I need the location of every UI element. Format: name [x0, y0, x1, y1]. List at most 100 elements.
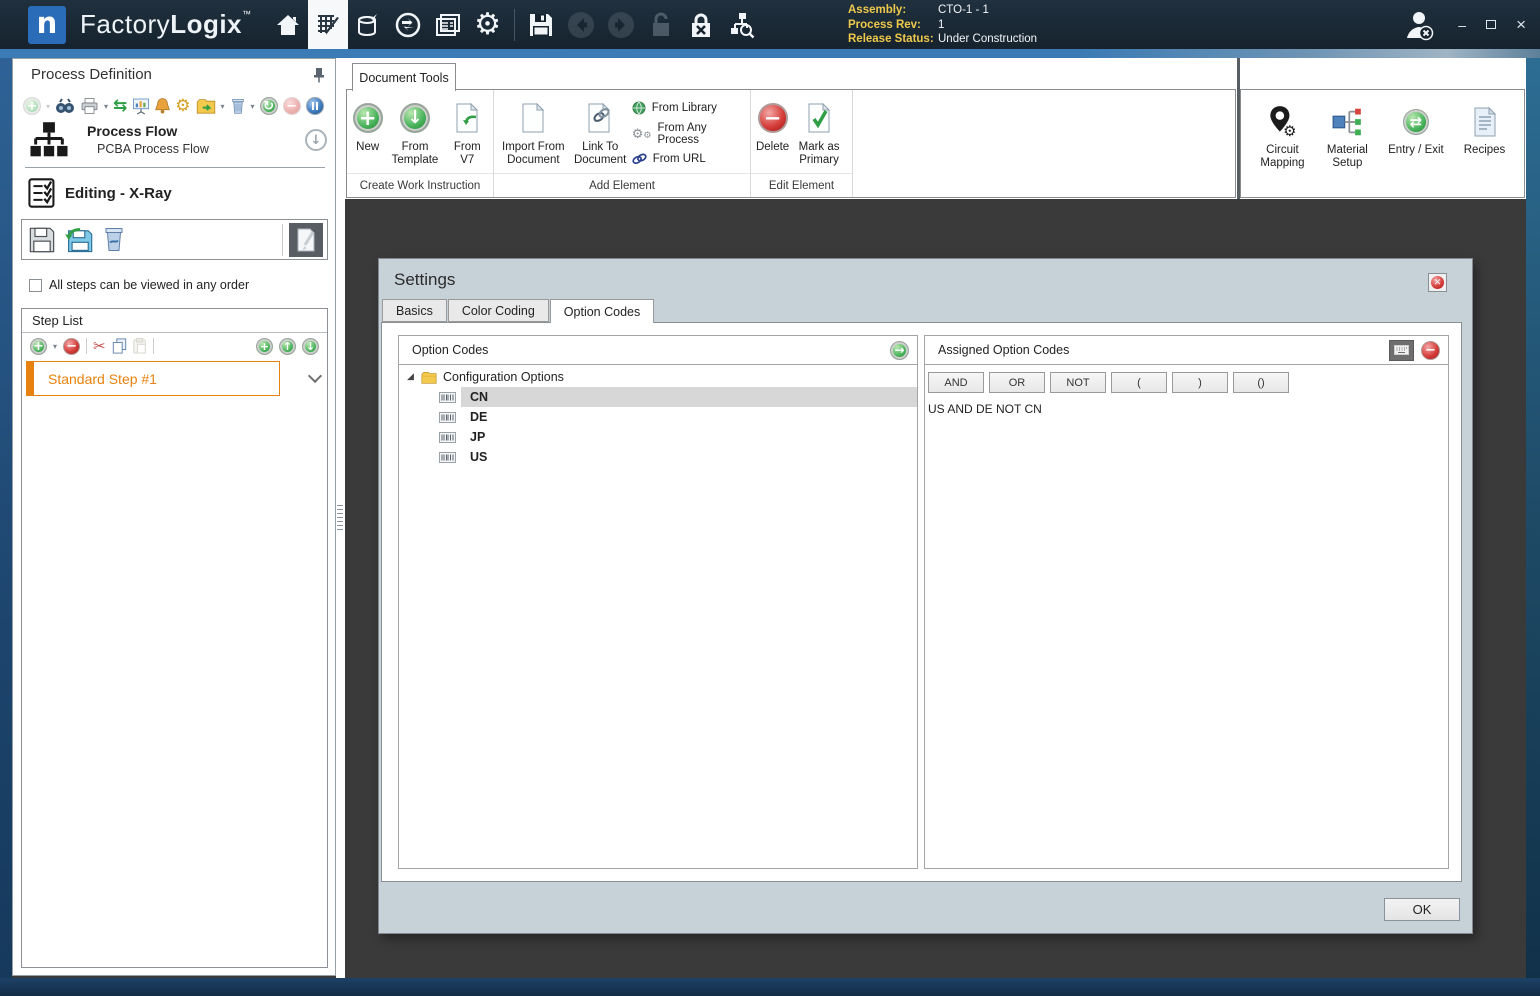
zoom-step-icon[interactable]: +: [256, 337, 273, 355]
data-import-icon[interactable]: [348, 0, 388, 49]
sync-icon[interactable]: [388, 0, 428, 49]
tab-basics[interactable]: Basics: [382, 299, 447, 322]
news-feed-icon[interactable]: [428, 0, 468, 49]
from-url-button[interactable]: From URL: [632, 153, 746, 165]
from-library-icon: [632, 101, 646, 115]
process-flow-row[interactable]: Process Flow PCBA Process Flow ↓: [29, 121, 329, 163]
save-step-icon[interactable]: [28, 226, 56, 254]
link-to-document-icon: [588, 103, 611, 133]
close-icon[interactable]: ×: [1516, 15, 1526, 35]
mark-as-primary-button[interactable]: Mark as Primary: [791, 98, 847, 166]
material-setup-label: Material Setup: [1326, 144, 1368, 169]
circuit-mapping-button[interactable]: ⚙ Circuit Mapping: [1253, 100, 1312, 170]
tree-item-de[interactable]: DE: [399, 407, 917, 427]
minimize-icon[interactable]: –: [1458, 17, 1466, 33]
copy-icon[interactable]: [112, 338, 127, 354]
remove-assigned-button[interactable]: −: [1421, 340, 1440, 360]
lock-close-icon[interactable]: [681, 0, 721, 49]
binoculars-icon[interactable]: [55, 98, 75, 114]
pin-icon[interactable]: [313, 67, 325, 83]
keyboard-entry-button[interactable]: [1389, 339, 1414, 361]
print-icon[interactable]: [80, 97, 99, 115]
any-order-checkbox-row: All steps can be viewed in any order: [29, 278, 249, 292]
add-dropdown-icon[interactable]: ▾: [46, 102, 50, 111]
print-dropdown-icon[interactable]: ▾: [104, 102, 108, 111]
maximize-icon[interactable]: [1486, 20, 1497, 29]
assigned-option-codes-title: Assigned Option Codes: [938, 343, 1070, 357]
tree-item-us[interactable]: US: [399, 447, 917, 467]
dialog-close-button[interactable]: ✕: [1428, 273, 1447, 292]
ok-button[interactable]: OK: [1384, 898, 1460, 921]
gear-icon[interactable]: ⚙: [175, 97, 190, 115]
save-as-icon[interactable]: [64, 226, 94, 254]
from-template-icon: ↓: [399, 103, 430, 133]
expression-text[interactable]: US AND DE NOT CN: [928, 402, 1448, 416]
presentation-icon[interactable]: [132, 97, 150, 116]
import-from-document-button[interactable]: Import From Document: [498, 98, 569, 166]
process-search-icon[interactable]: [721, 0, 761, 49]
paren-pair-button[interactable]: (): [1233, 372, 1289, 393]
entry-exit-button[interactable]: ⇄ Entry / Exit: [1383, 100, 1449, 157]
edit-document-icon[interactable]: [289, 223, 323, 257]
assign-code-button[interactable]: →: [890, 340, 909, 360]
bell-icon[interactable]: [155, 97, 171, 115]
barcode-icon: [439, 431, 456, 443]
from-any-process-button[interactable]: ⚙⚙ From Any Process: [632, 122, 746, 146]
settings-gear-icon[interactable]: ⚙: [468, 0, 508, 49]
step-chevron-down-icon[interactable]: [307, 368, 323, 384]
move-step-down-icon[interactable]: ↓: [302, 337, 319, 355]
add-step-dropdown-icon[interactable]: ▾: [53, 342, 57, 351]
paste-icon[interactable]: [133, 338, 147, 354]
trash-icon[interactable]: [230, 97, 246, 115]
and-button[interactable]: AND: [928, 372, 984, 393]
circuit-mapping-icon: ⚙: [1270, 106, 1297, 139]
add-icon[interactable]: +: [23, 97, 41, 115]
from-library-label: From Library: [651, 102, 717, 114]
pause-icon[interactable]: [305, 97, 324, 115]
delete-element-button[interactable]: − Delete: [756, 98, 789, 154]
step-list-item[interactable]: Standard Step #1: [26, 361, 280, 396]
trash-dropdown-icon[interactable]: ▾: [251, 102, 255, 111]
panel-splitter[interactable]: [336, 58, 345, 978]
forward-icon[interactable]: [601, 0, 641, 49]
move-step-up-icon[interactable]: ↑: [279, 337, 296, 355]
process-definition-icon[interactable]: [307, 0, 348, 49]
unlock-icon[interactable]: [641, 0, 681, 49]
add-step-icon[interactable]: +: [30, 337, 47, 355]
from-template-button[interactable]: ↓ From Template: [386, 98, 444, 166]
close-paren-button[interactable]: ): [1172, 372, 1228, 393]
tree-item-cn[interactable]: CN: [399, 387, 917, 407]
not-button[interactable]: NOT: [1050, 372, 1106, 393]
from-v7-button[interactable]: From V7: [447, 98, 487, 166]
tab-option-codes[interactable]: Option Codes: [549, 299, 655, 323]
swap-steps-icon[interactable]: ⇆: [113, 97, 127, 115]
delete-step-icon[interactable]: [102, 226, 126, 253]
new-button[interactable]: + New: [352, 98, 383, 154]
stop-icon[interactable]: −: [282, 97, 301, 115]
link-to-document-button[interactable]: Link To Document: [569, 98, 632, 166]
tree-root-row[interactable]: ◢ Configuration Options: [399, 367, 917, 387]
remove-step-icon[interactable]: −: [63, 337, 81, 355]
back-icon[interactable]: [561, 0, 601, 49]
expander-icon[interactable]: ◢: [407, 372, 421, 382]
recipes-button[interactable]: Recipes: [1455, 100, 1514, 157]
cut-icon[interactable]: ✂: [93, 338, 106, 354]
tab-document-tools[interactable]: Document Tools: [352, 63, 456, 91]
material-setup-button[interactable]: Material Setup: [1318, 100, 1377, 170]
user-logout-icon[interactable]: [1400, 6, 1438, 44]
home-icon[interactable]: [268, 0, 308, 49]
tab-color-coding[interactable]: Color Coding: [447, 299, 549, 322]
refresh-icon[interactable]: ↻: [259, 97, 278, 115]
circuit-mapping-label: Circuit Mapping: [1260, 144, 1305, 169]
from-library-button[interactable]: From Library: [632, 101, 746, 115]
export-dropdown-icon[interactable]: ▾: [221, 102, 225, 111]
folder-icon: [421, 371, 437, 384]
export-folder-icon[interactable]: [196, 98, 216, 114]
or-button[interactable]: OR: [989, 372, 1045, 393]
open-paren-button[interactable]: (: [1111, 372, 1167, 393]
tree-item-jp[interactable]: JP: [399, 427, 917, 447]
any-order-checkbox[interactable]: [29, 278, 42, 292]
expand-down-icon[interactable]: ↓: [305, 129, 327, 151]
entry-exit-icon: ⇄: [1402, 109, 1429, 135]
save-icon[interactable]: [521, 0, 561, 49]
